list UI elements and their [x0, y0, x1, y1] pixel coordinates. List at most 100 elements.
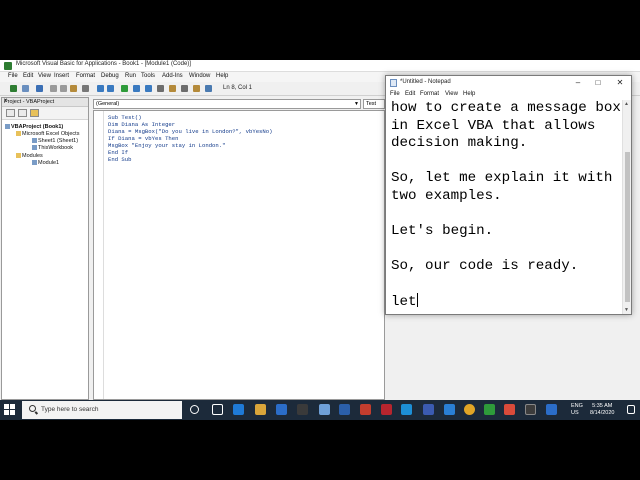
cortana-icon[interactable] [190, 405, 199, 414]
close-icon[interactable]: x [4, 98, 86, 104]
windows-start-icon[interactable] [4, 404, 16, 416]
scrollbar-thumb[interactable] [625, 152, 630, 302]
object-combo[interactable]: (General) ▼ [93, 99, 361, 109]
view-excel-icon[interactable] [10, 85, 17, 92]
excel-app-icon [4, 62, 12, 70]
menu-addins[interactable]: Add-Ins [162, 73, 183, 79]
file-explorer-icon[interactable] [255, 404, 266, 415]
text-line: So, our code is ready. [391, 257, 579, 274]
taskbar-search-box[interactable]: Type here to search [22, 401, 182, 419]
skype-icon[interactable] [401, 404, 412, 415]
find-icon[interactable] [82, 85, 89, 92]
tree-item-sheet1[interactable]: Sheet1 (Sheet1) [32, 138, 78, 145]
copy-icon[interactable] [60, 85, 67, 92]
tree-item-modules[interactable]: Modules [16, 153, 43, 160]
search-placeholder: Type here to search [41, 406, 99, 413]
text-line: two examples. [391, 187, 502, 204]
search-icon [29, 405, 36, 412]
app-icon[interactable] [525, 404, 536, 415]
code-gutter [94, 111, 104, 399]
chrome-icon[interactable] [464, 404, 475, 415]
tree-item-vbaproject[interactable]: VBAProject (Book1) [5, 124, 63, 131]
menu-window[interactable]: Window [189, 73, 210, 79]
minimize-button[interactable]: – [568, 76, 588, 90]
screen: Microsoft Visual Basic for Applications … [0, 60, 640, 420]
maximize-button[interactable]: □ [588, 76, 608, 90]
task-view-icon[interactable] [212, 404, 223, 415]
app-icon[interactable] [423, 404, 434, 415]
reset-icon[interactable] [145, 85, 152, 92]
np-menu-edit[interactable]: Edit [405, 91, 415, 97]
design-mode-icon[interactable] [157, 85, 164, 92]
run-icon[interactable] [121, 85, 128, 92]
access-icon[interactable] [381, 404, 392, 415]
text-caret [416, 292, 418, 307]
menu-insert[interactable]: Insert [54, 73, 69, 79]
app-icon[interactable] [319, 404, 330, 415]
scroll-up-icon[interactable]: ▲ [624, 101, 629, 107]
language-indicator[interactable]: ENG US [571, 403, 583, 417]
chevron-down-icon: ▼ [354, 101, 359, 107]
text-line-current: let [391, 292, 418, 310]
notepad-menu-bar: File Edit Format View Help [386, 90, 631, 100]
project-panel-header: Project - VBAProject x [2, 98, 88, 107]
toggle-folders-icon[interactable] [30, 109, 39, 117]
menu-file[interactable]: File [8, 73, 18, 79]
menu-debug[interactable]: Debug [101, 73, 119, 79]
save-icon[interactable] [36, 85, 43, 92]
text-line: decision making. [391, 135, 528, 151]
vba-title-bar: Microsoft Visual Basic for Applications … [0, 60, 640, 72]
app-icon[interactable] [504, 404, 515, 415]
notepad-text-area[interactable]: how to create a message box in Excel VBA… [391, 100, 621, 310]
code-window-combos: (General) ▼ Test [93, 99, 385, 109]
menu-run[interactable]: Run [125, 73, 136, 79]
project-explorer-icon[interactable] [169, 85, 176, 92]
vertical-scrollbar[interactable]: ▲ ▼ [622, 100, 631, 314]
tree-item-module1[interactable]: Module1 [32, 160, 59, 167]
folder-icon [16, 131, 21, 136]
dropbox-icon[interactable] [276, 404, 287, 415]
text-line: how to create a message box [391, 100, 621, 116]
outlook-icon[interactable] [444, 404, 455, 415]
module-icon [32, 160, 37, 165]
edge-icon[interactable] [233, 404, 244, 415]
menu-edit[interactable]: Edit [23, 73, 33, 79]
toolbox-icon[interactable] [205, 85, 212, 92]
view-code-icon[interactable] [6, 109, 15, 117]
break-icon[interactable] [133, 85, 140, 92]
close-button[interactable]: ✕ [610, 76, 630, 90]
project-panel-tools [2, 107, 88, 120]
np-menu-format[interactable]: Format [420, 91, 439, 97]
notification-icon[interactable] [627, 405, 635, 414]
tree-item-excel-objects[interactable]: Microsoft Excel Objects [16, 131, 79, 138]
menu-format[interactable]: Format [76, 73, 95, 79]
word-icon[interactable] [339, 404, 350, 415]
excel-icon[interactable] [484, 404, 495, 415]
undo-icon[interactable] [97, 85, 104, 92]
view-object-icon[interactable] [18, 109, 27, 117]
menu-view[interactable]: View [38, 73, 51, 79]
clock[interactable]: 5:35 AM 8/14/2020 [590, 403, 614, 417]
folder-icon [16, 153, 21, 158]
cut-icon[interactable] [50, 85, 57, 92]
project-explorer-panel: Project - VBAProject x VBAProject (Book1… [1, 97, 89, 400]
app-icon[interactable] [360, 404, 371, 415]
menu-help[interactable]: Help [216, 73, 228, 79]
code-line: End Sub [108, 156, 132, 163]
np-menu-view[interactable]: View [445, 91, 458, 97]
vba-window-title: Microsoft Visual Basic for Applications … [16, 61, 191, 67]
scroll-down-icon[interactable]: ▼ [624, 307, 629, 313]
tree-item-thisworkbook[interactable]: ThisWorkbook [32, 145, 73, 152]
insert-module-icon[interactable] [22, 85, 29, 92]
code-editor[interactable]: Sub Test() Dim Diana As Integer Diana = … [93, 110, 385, 400]
redo-icon[interactable] [107, 85, 114, 92]
np-menu-file[interactable]: File [390, 91, 400, 97]
procedure-combo[interactable]: Test [363, 99, 385, 109]
np-menu-help[interactable]: Help [463, 91, 475, 97]
paste-icon[interactable] [70, 85, 77, 92]
store-icon[interactable] [297, 404, 308, 415]
menu-tools[interactable]: Tools [141, 73, 155, 79]
app-icon[interactable] [546, 404, 557, 415]
object-browser-icon[interactable] [193, 85, 200, 92]
properties-icon[interactable] [181, 85, 188, 92]
